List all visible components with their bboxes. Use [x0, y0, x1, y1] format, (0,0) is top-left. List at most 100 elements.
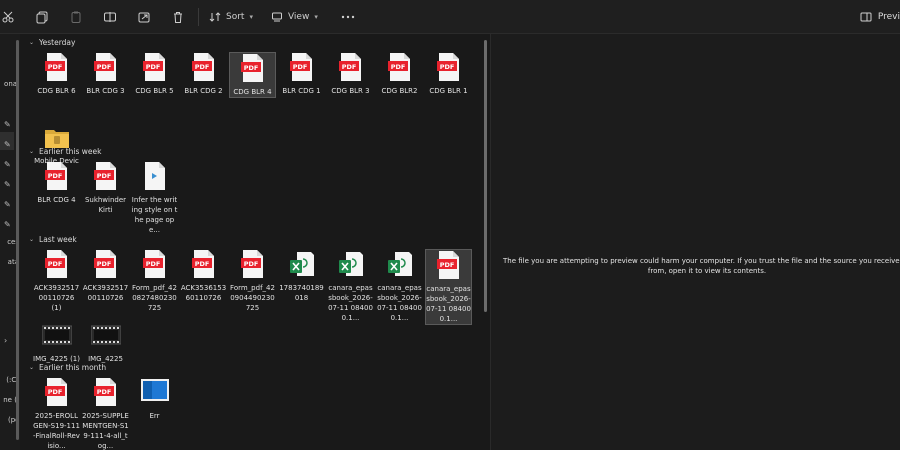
file-name: BLR CDG 4	[37, 196, 76, 204]
file-item[interactable]: PDF Form_pdf_420827480230725	[131, 249, 178, 313]
file-item[interactable]: IMG_4225	[82, 320, 129, 364]
group-header-last-week[interactable]: ⌄ Last week	[29, 235, 77, 244]
file-item[interactable]: PDF canara_epassbook_2026-07-11 084000.1…	[425, 249, 472, 325]
file-item[interactable]: PDF BLR CDG 2	[180, 52, 227, 96]
file-name: 2025-EROLLGEN-S19-111-FinalRoll-Revisio.…	[33, 412, 80, 450]
file-name: BLR CDG 1	[282, 87, 321, 95]
svg-text:PDF: PDF	[145, 260, 160, 268]
file-item[interactable]: Err	[131, 377, 178, 421]
file-name: Infer the writing style on the page ope.…	[131, 196, 178, 234]
svg-text:PDF: PDF	[47, 172, 62, 180]
chevron-down-icon: ▾	[314, 12, 318, 21]
file-name: ACK393251700110726	[82, 284, 129, 302]
file-name: BLR CDG 3	[86, 87, 125, 95]
file-item[interactable]: PDF CDG BLR 5	[131, 52, 178, 96]
preview-pane-icon	[860, 12, 872, 22]
file-name: ACK393251700110726 (1)	[33, 284, 80, 312]
file-item[interactable]: PDF CDG BLR 6	[33, 52, 80, 96]
svg-text:PDF: PDF	[96, 172, 111, 180]
group-title: Last week	[39, 235, 77, 244]
file-item[interactable]: PDF ACK393251700110726	[82, 249, 129, 303]
delete-button[interactable]	[164, 4, 192, 30]
file-name: CDG BLR 4	[233, 88, 272, 96]
preview-warning-message: The file you are attempting to preview c…	[503, 257, 900, 275]
svg-text:PDF: PDF	[47, 63, 62, 71]
pdf-file-icon: PDF	[289, 52, 314, 82]
more-icon	[341, 15, 355, 18]
pdf-file-icon: PDF	[93, 249, 118, 279]
nav-scrollbar-thumb[interactable]	[16, 40, 19, 440]
chevron-down-icon: ⌄	[29, 236, 35, 243]
view-button[interactable]: View ▾	[267, 4, 322, 30]
file-name: CDG BLR 3	[331, 87, 370, 95]
pdf-file-icon: PDF	[387, 52, 412, 82]
copy-button[interactable]	[28, 4, 56, 30]
pdf-file-icon: PDF	[93, 377, 118, 407]
svg-text:PDF: PDF	[96, 388, 111, 396]
file-item[interactable]: PDF ACK353615360110726	[180, 249, 227, 303]
svg-text:PDF: PDF	[96, 260, 111, 268]
svg-text:PDF: PDF	[243, 64, 258, 72]
preview-button[interactable]: Previ	[860, 4, 900, 30]
excel-file-icon	[287, 249, 317, 279]
pdf-file-icon: PDF	[142, 52, 167, 82]
paste-button[interactable]	[62, 4, 90, 30]
file-name: Sukhwinder Kirti	[84, 196, 127, 214]
group-header-earlier-this-month[interactable]: ⌄ Earlier this month	[29, 363, 106, 372]
file-item[interactable]: PDF CDG BLR 4	[229, 52, 276, 98]
cut-button[interactable]	[0, 4, 22, 30]
chevron-down-icon: ⌄	[29, 364, 35, 371]
svg-text:PDF: PDF	[194, 63, 209, 71]
pdf-file-icon: PDF	[240, 53, 265, 83]
svg-text:PDF: PDF	[439, 63, 454, 71]
svg-text:PDF: PDF	[47, 388, 62, 396]
file-item[interactable]: canara_epassbook_2026-07-11 084000.1...	[327, 249, 374, 323]
file-item[interactable]: 1783740189018	[278, 249, 325, 303]
file-item[interactable]: PDF BLR CDG 4	[33, 161, 80, 205]
file-item[interactable]: PDF Sukhwinder Kirti	[82, 161, 129, 215]
file-item[interactable]: PDF BLR CDG 1	[278, 52, 325, 96]
toolbar-separator	[198, 7, 199, 26]
file-item[interactable]: Infer the writing style on the page ope.…	[131, 161, 178, 235]
file-item[interactable]: PDF 2025-EROLLGEN-S19-111-FinalRoll-Revi…	[33, 377, 80, 450]
svg-text:PDF: PDF	[47, 260, 62, 268]
svg-text:PDF: PDF	[341, 63, 356, 71]
file-item[interactable]: PDF ACK393251700110726 (1)	[33, 249, 80, 313]
preview-pane: The file you are attempting to preview c…	[490, 34, 900, 450]
file-name: CDG BLR 1	[429, 87, 468, 95]
file-item[interactable]: PDF CDG BLR2	[376, 52, 423, 96]
file-name: BLR CDG 2	[184, 87, 223, 95]
file-name: Form_pdf_420904490230725	[230, 284, 275, 312]
file-name: CDG BLR 5	[135, 87, 174, 95]
file-item[interactable]: canara_epassbook_2026-07-11 084000.1...	[376, 249, 423, 323]
file-item[interactable]: IMG_4225 (1)	[33, 320, 80, 364]
pdf-file-icon: PDF	[44, 249, 69, 279]
svg-text:PDF: PDF	[96, 63, 111, 71]
file-list-scrollbar-thumb[interactable]	[484, 40, 487, 312]
pdf-file-icon: PDF	[44, 377, 69, 407]
file-name: 1783740189018	[279, 284, 324, 302]
clipboard-icon	[71, 11, 81, 23]
command-bar: Sort ▾ View ▾ Previ	[0, 0, 900, 34]
folder-icon	[42, 122, 72, 152]
svg-text:PDF: PDF	[390, 63, 405, 71]
file-item[interactable]: PDF 2025-SUPPLEMENTGEN-S19-111-4-all_tog…	[82, 377, 129, 450]
pdf-file-icon: PDF	[44, 52, 69, 82]
svg-text:PDF: PDF	[194, 260, 209, 268]
svg-text:PDF: PDF	[439, 261, 454, 269]
rename-button[interactable]	[96, 4, 124, 30]
file-list-scrollbar[interactable]	[483, 34, 489, 450]
file-item[interactable]: PDF CDG BLR 3	[327, 52, 374, 96]
rename-icon	[104, 11, 116, 22]
share-icon	[138, 12, 150, 22]
file-item[interactable]: PDF BLR CDG 3	[82, 52, 129, 96]
share-button[interactable]	[130, 4, 158, 30]
pdf-file-icon: PDF	[436, 52, 461, 82]
file-name: 2025-SUPPLEMENTGEN-S19-111-4-all_tog...	[82, 412, 129, 450]
file-item[interactable]: PDF Form_pdf_420904490230725	[229, 249, 276, 313]
sort-button[interactable]: Sort ▾	[205, 4, 257, 30]
file-item[interactable]: PDF CDG BLR 1	[425, 52, 472, 96]
view-label: View	[287, 11, 310, 22]
more-options-button[interactable]	[334, 4, 362, 30]
group-header-yesterday[interactable]: ⌄ Yesterday	[29, 38, 75, 47]
